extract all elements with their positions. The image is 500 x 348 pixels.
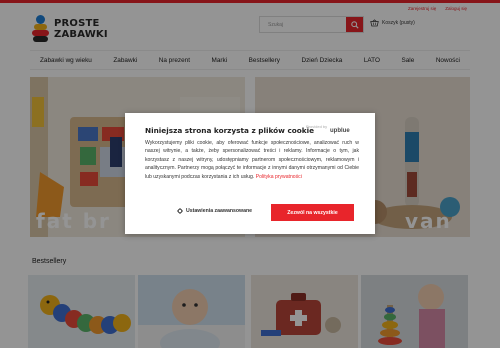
advanced-settings-button[interactable]: Ustawienia zaawansowane — [177, 208, 252, 214]
provided-by-label: Provided by — [306, 124, 328, 129]
provider-logo: upblue — [330, 128, 350, 134]
cookie-consent-dialog: Niniejsza strona korzysta z plików cooki… — [125, 113, 375, 234]
accept-all-button[interactable]: Zezwól na wszystkie — [271, 204, 354, 221]
consent-body: Wykorzystujemy pliki cookie, aby oferowa… — [145, 139, 359, 181]
advanced-settings-label: Ustawienia zaawansowane — [186, 208, 253, 214]
consent-text: Wykorzystujemy pliki cookie, aby oferowa… — [145, 140, 359, 180]
consent-title: Niniejsza strona korzysta z plików cooki… — [145, 126, 315, 135]
gear-icon — [177, 208, 183, 214]
privacy-policy-link[interactable]: Polityka prywatności — [256, 174, 302, 180]
